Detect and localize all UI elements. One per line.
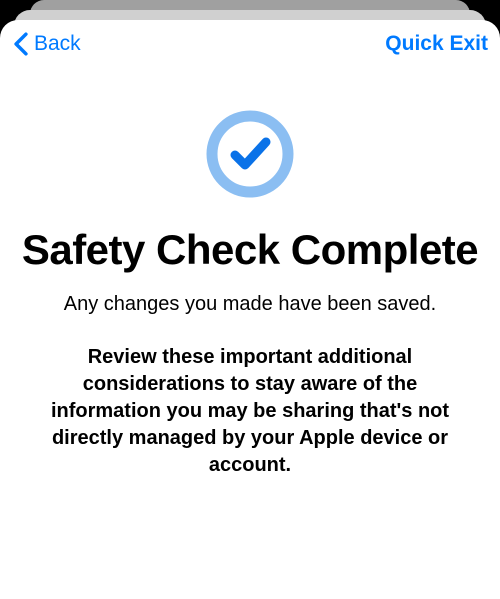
content-area: Safety Check Complete Any changes you ma… (0, 68, 500, 479)
quick-exit-label: Quick Exit (385, 32, 488, 55)
body-text: Review these important additional consid… (20, 344, 480, 479)
page-title: Safety Check Complete (22, 226, 478, 273)
modal-sheet: Back Quick Exit Safety Check Complete An… (0, 20, 500, 599)
chevron-left-icon (8, 31, 34, 57)
back-button[interactable]: Back (8, 31, 81, 57)
subtitle-text: Any changes you made have been saved. (64, 291, 436, 318)
quick-exit-button[interactable]: Quick Exit (385, 32, 488, 56)
navigation-bar: Back Quick Exit (0, 20, 500, 68)
back-button-label: Back (34, 32, 81, 56)
checkmark-circle-icon (204, 108, 296, 200)
